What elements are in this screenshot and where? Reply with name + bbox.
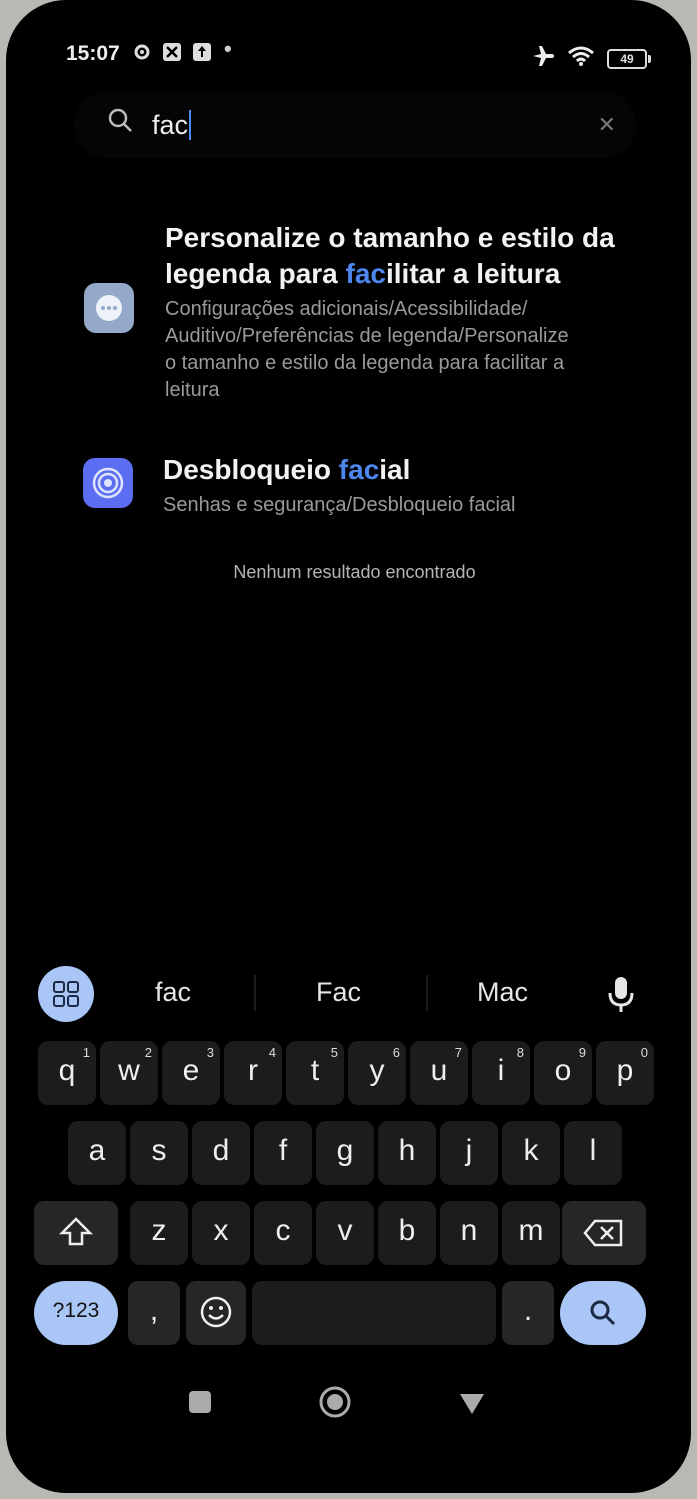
key-q[interactable]: q1 bbox=[38, 1041, 96, 1105]
key-o[interactable]: o9 bbox=[534, 1041, 592, 1105]
suggestion[interactable]: Mac bbox=[477, 977, 528, 1008]
divider bbox=[426, 975, 428, 1011]
dot-icon: • bbox=[224, 36, 232, 61]
shift-key[interactable] bbox=[34, 1201, 118, 1265]
key-r[interactable]: r4 bbox=[224, 1041, 282, 1105]
suggestion[interactable]: Fac bbox=[316, 977, 361, 1008]
key-z[interactable]: z bbox=[130, 1201, 188, 1265]
text-caret bbox=[189, 110, 192, 140]
shift-icon bbox=[58, 1217, 94, 1246]
search-key[interactable] bbox=[560, 1281, 646, 1345]
key-x[interactable]: x bbox=[192, 1201, 250, 1265]
key-g[interactable]: g bbox=[316, 1121, 374, 1185]
result-path: Configurações adicionais/Acessibilidade/… bbox=[165, 298, 569, 401]
emoji-key[interactable] bbox=[186, 1281, 246, 1345]
phone-screen: 15:07 • 49 fac ✕ Personalize o tamanho e… bbox=[6, 0, 691, 1493]
result-path: Senhas e segurança/Desbloqueio facial bbox=[163, 494, 516, 516]
key-c[interactable]: c bbox=[254, 1201, 312, 1265]
space-key[interactable] bbox=[252, 1281, 496, 1345]
result-title: Desbloqueio facial bbox=[163, 454, 411, 485]
key-u[interactable]: u7 bbox=[410, 1041, 468, 1105]
wifi-icon bbox=[567, 45, 595, 73]
keyboard: fac Fac Mac q1 w2 e3 r4 t5 y6 u7 i8 o9 p… bbox=[6, 955, 691, 1395]
result-title: Personalize o tamanho e estilo da legend… bbox=[165, 222, 615, 289]
suggestion[interactable]: fac bbox=[155, 977, 191, 1008]
key-n[interactable]: n bbox=[440, 1201, 498, 1265]
battery-icon: 49 bbox=[607, 49, 651, 69]
square-icon bbox=[189, 1391, 211, 1413]
no-results-text: Nenhum resultado encontrado bbox=[233, 562, 476, 582]
divider bbox=[254, 975, 256, 1011]
x-box-icon bbox=[162, 42, 182, 68]
key-b[interactable]: b bbox=[378, 1201, 436, 1265]
key-t[interactable]: t5 bbox=[286, 1041, 344, 1105]
key-f[interactable]: f bbox=[254, 1121, 312, 1185]
search-input[interactable]: fac bbox=[152, 110, 192, 141]
key-l[interactable]: l bbox=[564, 1121, 622, 1185]
key-a[interactable]: a bbox=[68, 1121, 126, 1185]
recents-button[interactable] bbox=[188, 1390, 212, 1419]
key-w[interactable]: w2 bbox=[100, 1041, 158, 1105]
key-j[interactable]: j bbox=[440, 1121, 498, 1185]
airplane-icon bbox=[531, 44, 555, 74]
status-time: 15:07 bbox=[66, 42, 120, 65]
close-icon[interactable]: ✕ bbox=[598, 112, 616, 138]
more-dots-icon bbox=[84, 283, 134, 333]
key-p[interactable]: p0 bbox=[596, 1041, 654, 1105]
key-m[interactable]: m bbox=[502, 1201, 560, 1265]
key-i[interactable]: i8 bbox=[472, 1041, 530, 1105]
search-bar[interactable]: fac ✕ bbox=[74, 92, 636, 158]
key-d[interactable]: d bbox=[192, 1121, 250, 1185]
back-button[interactable] bbox=[458, 1392, 486, 1421]
navigation-bar bbox=[6, 1370, 691, 1430]
key-s[interactable]: s bbox=[130, 1121, 188, 1185]
key-e[interactable]: e3 bbox=[162, 1041, 220, 1105]
search-icon bbox=[106, 106, 136, 136]
search-icon bbox=[590, 1300, 616, 1326]
home-button[interactable] bbox=[318, 1385, 352, 1424]
key-y[interactable]: y6 bbox=[348, 1041, 406, 1105]
comma-key[interactable]: , bbox=[128, 1281, 180, 1345]
emoji-icon bbox=[200, 1296, 232, 1328]
symbols-key[interactable]: ?123 bbox=[34, 1281, 118, 1345]
key-k[interactable]: k bbox=[502, 1121, 560, 1185]
period-key[interactable]: . bbox=[502, 1281, 554, 1345]
suggestion-bar: fac Fac Mac bbox=[6, 955, 691, 1035]
microphone-icon[interactable] bbox=[603, 975, 639, 1015]
gear-icon bbox=[132, 42, 152, 68]
status-bar: 15:07 • 49 bbox=[6, 30, 691, 80]
face-unlock-icon bbox=[83, 458, 133, 508]
backspace-key[interactable] bbox=[562, 1201, 646, 1265]
triangle-down-icon bbox=[460, 1394, 484, 1414]
upload-box-icon bbox=[192, 42, 212, 68]
backspace-icon bbox=[583, 1219, 623, 1247]
apps-grid-button[interactable] bbox=[38, 966, 94, 1022]
key-v[interactable]: v bbox=[316, 1201, 374, 1265]
key-h[interactable]: h bbox=[378, 1121, 436, 1185]
circle-icon bbox=[319, 1386, 351, 1418]
